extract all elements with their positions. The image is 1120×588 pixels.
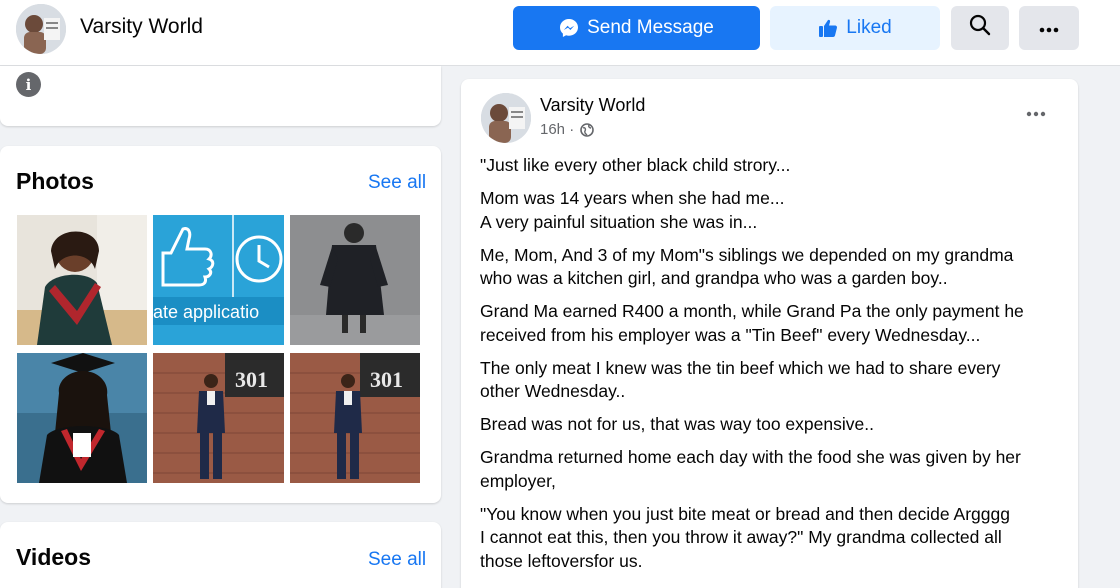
svg-text:301: 301 <box>235 367 268 392</box>
woman-suit-301-photo[interactable]: 301 <box>153 353 284 483</box>
post-paragraph: Me, Mom, And 3 of my Mom"s siblings we d… <box>480 244 1014 289</box>
update-application-graphic[interactable]: ate applicatio <box>153 215 284 345</box>
more-horizontal-icon <box>1039 17 1059 39</box>
post-paragraph: "Just like every other black child stror… <box>480 155 791 175</box>
post-meta: 16h · <box>540 121 595 138</box>
more-horizontal-icon <box>1026 104 1046 122</box>
post-text: "Just like every other black child stror… <box>480 154 1065 583</box>
send-message-button[interactable]: Send Message <box>513 6 760 50</box>
send-message-label: Send Message <box>587 17 714 38</box>
post-paragraph: "You know when you just bite meat or bre… <box>480 503 1010 571</box>
post-timestamp[interactable]: 16h · <box>540 121 574 138</box>
liked-label: Liked <box>846 17 892 38</box>
photos-title: Photos <box>16 168 94 194</box>
graduate-woman-photo[interactable] <box>17 215 147 345</box>
page-header: Varsity World Send Message Liked <box>0 0 1120 66</box>
post-paragraph: Grand Ma earned R400 a month, while Gran… <box>480 301 1024 345</box>
search-button[interactable] <box>951 6 1009 50</box>
page-title[interactable]: Varsity World <box>80 15 203 39</box>
post-card: Varsity World 16h · "Just like every oth… <box>461 79 1078 588</box>
post-options-button[interactable] <box>1021 103 1051 123</box>
more-options-button[interactable] <box>1019 6 1079 50</box>
post-paragraph: Mom was 14 years when she had me... A ve… <box>480 188 785 232</box>
photos-see-all-link[interactable]: See all <box>368 172 426 194</box>
photos-card: Photos See all ate applicatio 301 301 <box>0 146 441 503</box>
graduate-gown-photo[interactable] <box>290 215 420 345</box>
page-avatar[interactable] <box>16 4 66 54</box>
videos-see-all-link[interactable]: See all <box>368 549 426 571</box>
messenger-icon <box>559 18 579 38</box>
svg-text:301: 301 <box>370 367 403 392</box>
graduate-cap-photo[interactable] <box>17 353 147 483</box>
post-author-name[interactable]: Varsity World <box>540 95 645 116</box>
post-paragraph: Bread was not for us, that was way too e… <box>480 414 874 434</box>
post-paragraph: The only meat I knew was the tin beef wh… <box>480 357 1001 402</box>
videos-title: Videos <box>16 544 91 570</box>
search-icon <box>969 14 991 42</box>
globe-icon <box>580 122 595 137</box>
post-author-avatar[interactable] <box>481 93 531 143</box>
post-paragraph: Grandma returned home each day with the … <box>480 447 1021 491</box>
liked-button[interactable]: Liked <box>770 6 940 50</box>
info-icon: i <box>16 72 41 97</box>
svg-text:ate applicatio: ate applicatio <box>153 302 259 322</box>
woman-suit-301-photo-2[interactable]: 301 <box>290 353 420 483</box>
videos-card: Videos See all <box>0 522 441 588</box>
photo-grid: ate applicatio 301 301 <box>17 215 420 483</box>
thumbs-up-icon <box>818 18 838 38</box>
intro-card: i <box>0 66 441 126</box>
